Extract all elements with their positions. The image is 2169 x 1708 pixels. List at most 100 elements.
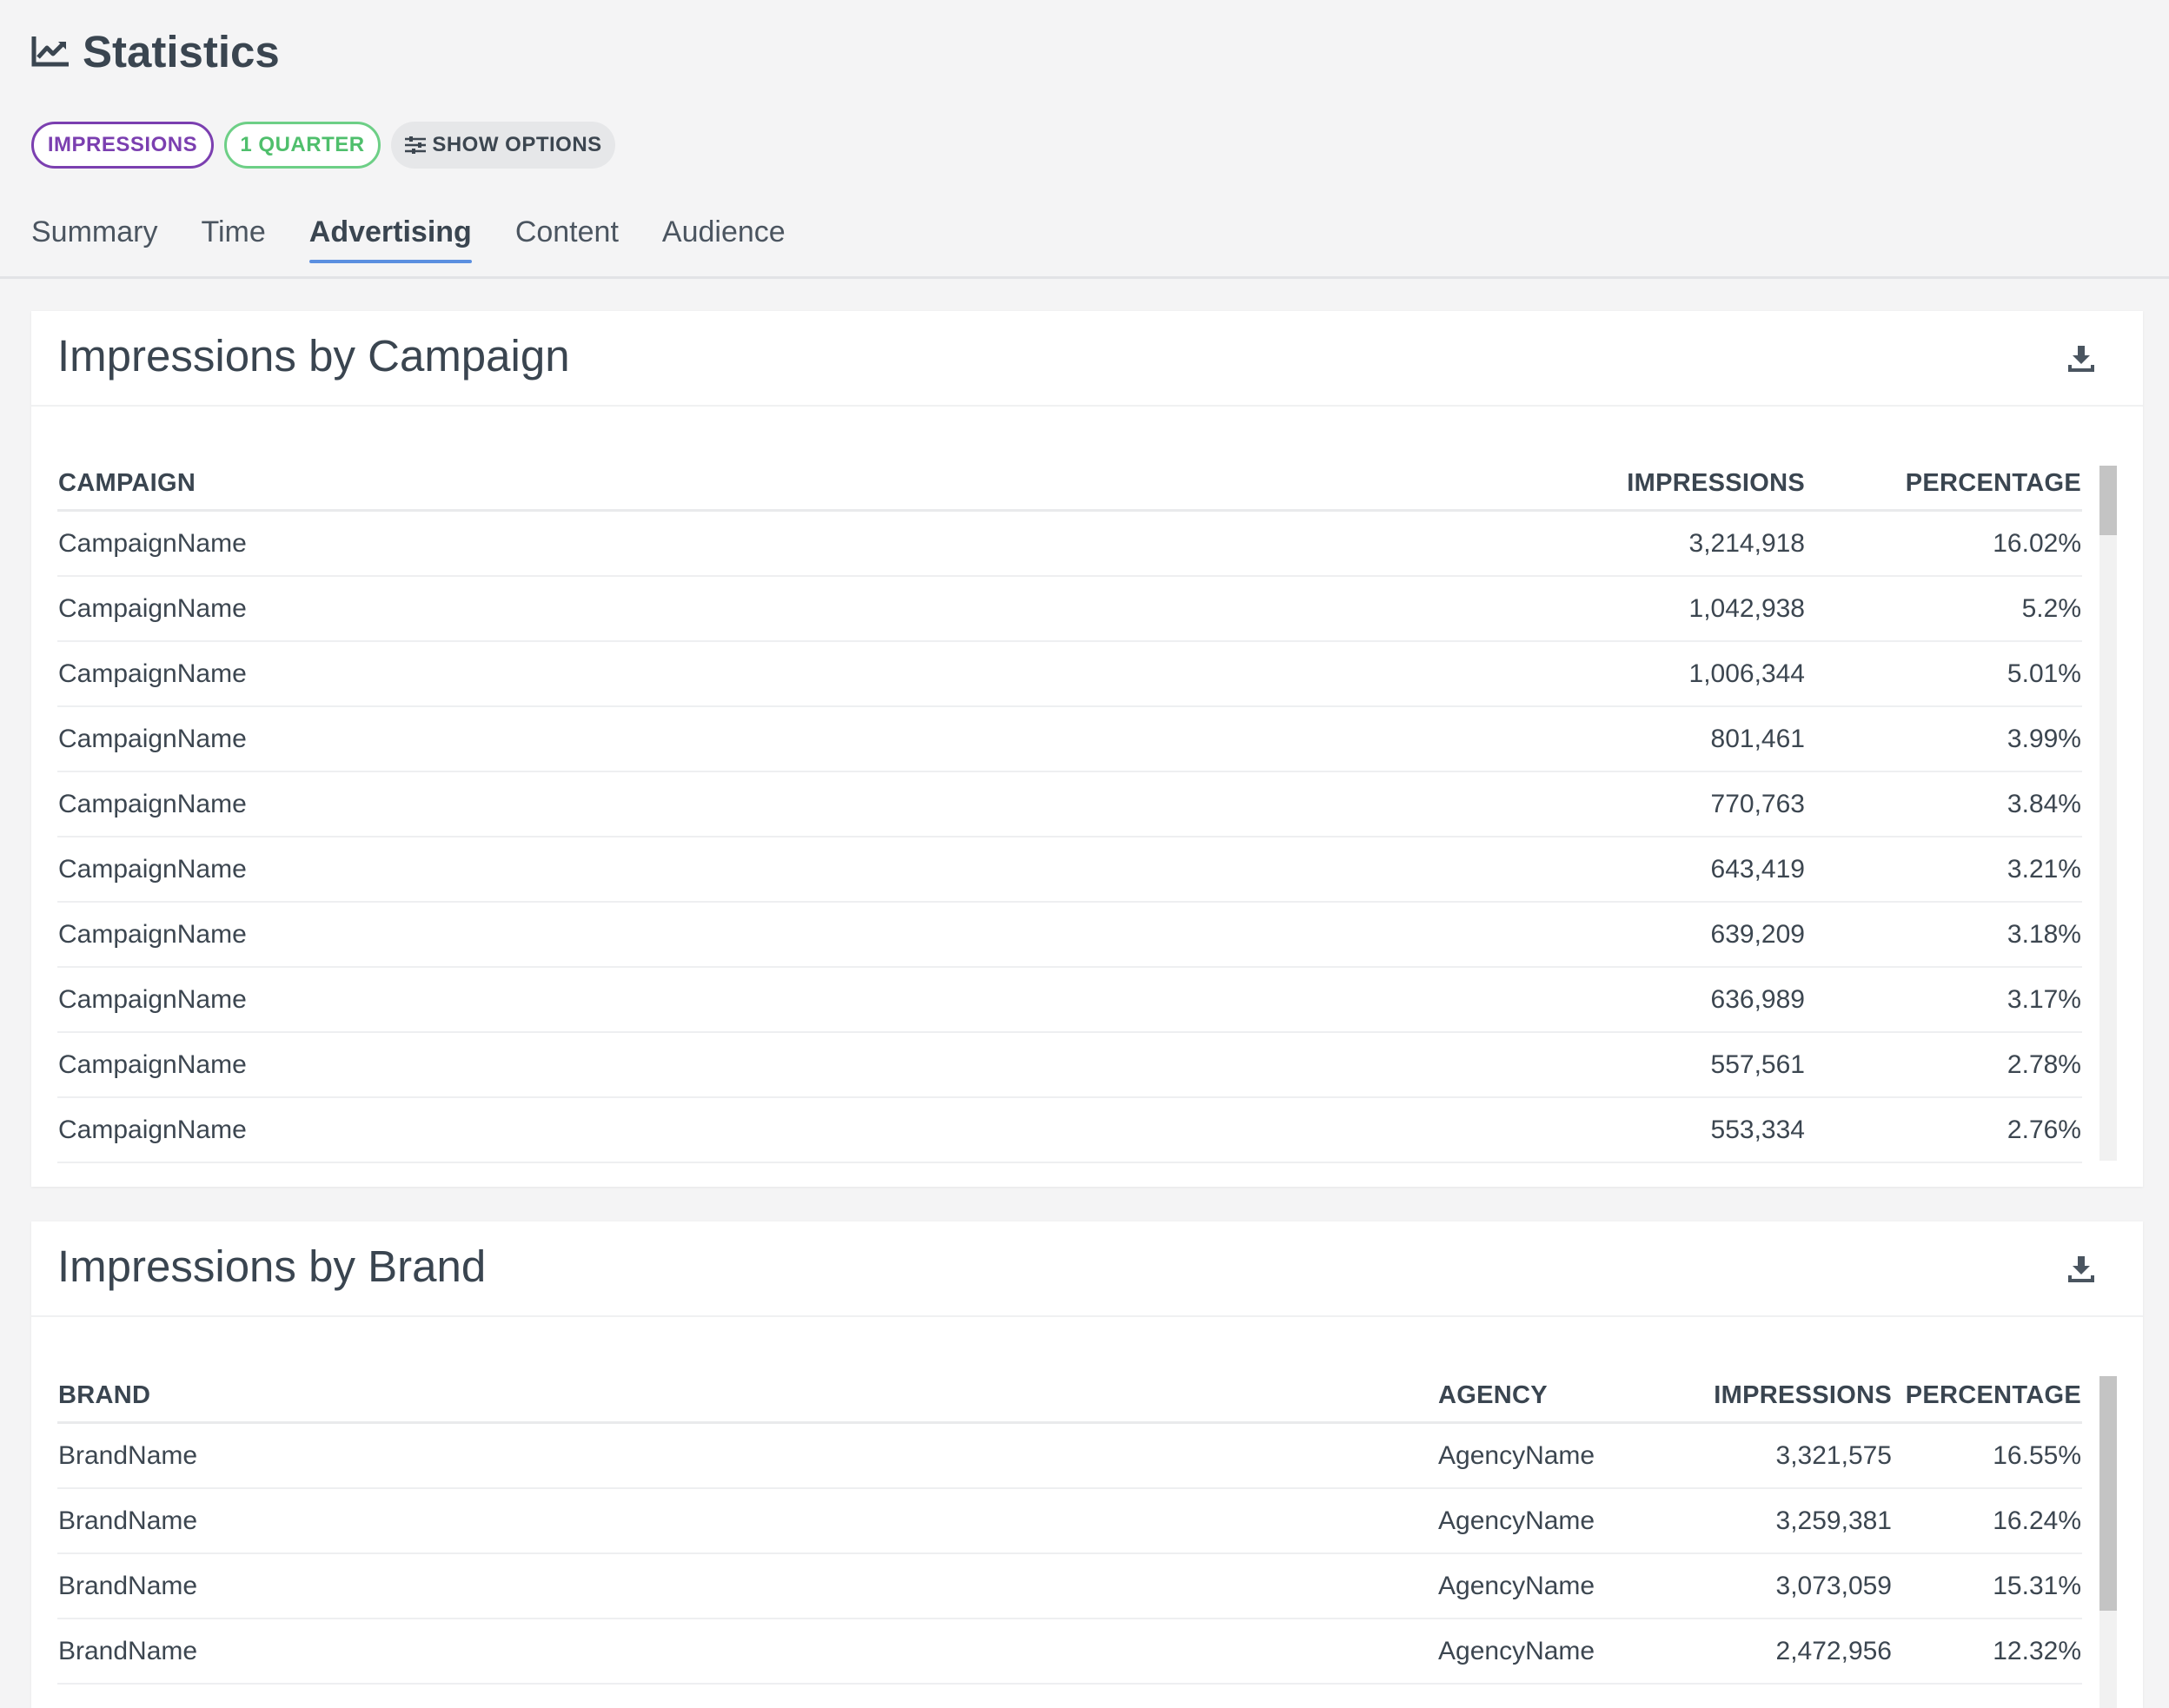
table-row[interactable]: CampaignName 553,334 2.76% [57, 1097, 2082, 1163]
brand-card-header: Impressions by Brand [31, 1221, 2143, 1317]
campaign-name-cell: CampaignName [57, 641, 1439, 707]
brand-table-wrap: BRAND AGENCY IMPRESSIONS PERCENTAGE Bran… [57, 1369, 2082, 1685]
impressions-cell: 1,042,938 [1439, 576, 1806, 642]
percentage-cell: 2.78% [1806, 1032, 2082, 1098]
download-icon [2068, 346, 2094, 372]
campaign-name-cell: CampaignName [57, 902, 1439, 968]
brand-column-header[interactable]: BRAND [57, 1369, 1437, 1424]
agency-name-cell: AgencyName [1437, 1422, 1639, 1489]
percentage-cell: 2.76% [1806, 1097, 2082, 1163]
brand-scrollbar-thumb[interactable] [2099, 1376, 2117, 1611]
brand-percentage-column-header[interactable]: PERCENTAGE [1893, 1369, 2082, 1424]
campaign-name-cell: CampaignName [57, 1097, 1439, 1163]
campaign-name-cell: CampaignName [57, 1032, 1439, 1098]
tabs-divider [0, 276, 2169, 279]
table-row[interactable]: CampaignName 636,989 3.17% [57, 967, 2082, 1033]
campaign-download-button[interactable] [2068, 344, 2098, 374]
impressions-cell: 3,073,059 [1639, 1553, 1893, 1619]
brand-impressions-column-header[interactable]: IMPRESSIONS [1639, 1369, 1893, 1424]
table-row[interactable]: CampaignName 639,209 3.18% [57, 902, 2082, 968]
show-options-button[interactable]: SHOW OPTIONS [391, 122, 615, 169]
show-options-label: SHOW OPTIONS [432, 133, 602, 156]
impressions-cell: 557,561 [1439, 1032, 1806, 1098]
brand-name-cell: BrandName [57, 1553, 1437, 1619]
impressions-cell: 3,259,381 [1639, 1488, 1893, 1554]
campaign-name-cell: CampaignName [57, 967, 1439, 1033]
table-row[interactable]: BrandName AgencyName 3,073,059 15.31% [57, 1553, 2082, 1619]
campaign-table: CAMPAIGN IMPRESSIONS PERCENTAGE Campaign… [57, 457, 2082, 1163]
brand-card-title: Impressions by Brand [57, 1241, 487, 1291]
table-row[interactable]: CampaignName 770,763 3.84% [57, 771, 2082, 837]
percentage-cell: 16.24% [1893, 1488, 2082, 1554]
line-chart-icon [31, 36, 69, 67]
brand-name-cell: BrandName [57, 1422, 1437, 1489]
campaign-card-title: Impressions by Campaign [57, 331, 570, 381]
percentage-cell: 15.31% [1893, 1553, 2082, 1619]
impressions-cell: 636,989 [1439, 967, 1806, 1033]
impressions-cell: 2,472,956 [1639, 1619, 1893, 1685]
impressions-column-header[interactable]: IMPRESSIONS [1439, 457, 1806, 512]
percentage-cell: 5.01% [1806, 641, 2082, 707]
table-row[interactable]: BrandName AgencyName 3,321,575 16.55% [57, 1422, 2082, 1489]
tab-advertising[interactable]: Advertising [308, 215, 472, 263]
impressions-cell: 553,334 [1439, 1097, 1806, 1163]
period-filter-pill[interactable]: 1 QUARTER [224, 122, 381, 169]
campaign-card-header: Impressions by Campaign [31, 311, 2143, 407]
statistics-page: Statistics IMPRESSIONS 1 QUARTER SHOW OP… [0, 0, 2169, 1708]
percentage-cell: 3.17% [1806, 967, 2082, 1033]
table-row[interactable]: CampaignName 801,461 3.99% [57, 706, 2082, 772]
impressions-cell: 801,461 [1439, 706, 1806, 772]
agency-name-cell: AgencyName [1437, 1619, 1639, 1685]
campaign-column-header[interactable]: CAMPAIGN [57, 457, 1439, 512]
brand-name-cell: BrandName [57, 1619, 1437, 1685]
impressions-cell: 3,214,918 [1439, 510, 1806, 577]
percentage-cell: 16.55% [1893, 1422, 2082, 1489]
sliders-icon [405, 136, 427, 154]
tab-content[interactable]: Content [515, 215, 619, 263]
brand-download-button[interactable] [2068, 1255, 2098, 1284]
table-row[interactable]: CampaignName 643,419 3.21% [57, 837, 2082, 903]
table-row[interactable]: CampaignName 3,214,918 16.02% [57, 510, 2082, 577]
impressions-cell: 639,209 [1439, 902, 1806, 968]
tab-time[interactable]: Time [201, 215, 265, 263]
table-row[interactable]: BrandName AgencyName 2,472,956 12.32% [57, 1619, 2082, 1685]
tab-summary[interactable]: Summary [31, 215, 157, 263]
table-row[interactable]: CampaignName 557,561 2.78% [57, 1032, 2082, 1098]
percentage-cell: 3.21% [1806, 837, 2082, 903]
table-row[interactable]: BrandName AgencyName 3,259,381 16.24% [57, 1488, 2082, 1554]
campaign-name-cell: CampaignName [57, 706, 1439, 772]
campaign-table-wrap: CAMPAIGN IMPRESSIONS PERCENTAGE Campaign… [57, 457, 2082, 1163]
impressions-cell: 770,763 [1439, 771, 1806, 837]
impressions-cell: 3,321,575 [1639, 1422, 1893, 1489]
table-row[interactable]: CampaignName 1,042,938 5.2% [57, 576, 2082, 642]
percentage-cell: 3.99% [1806, 706, 2082, 772]
agency-column-header[interactable]: AGENCY [1437, 1369, 1639, 1424]
campaign-name-cell: CampaignName [57, 837, 1439, 903]
agency-name-cell: AgencyName [1437, 1488, 1639, 1554]
page-title-text: Statistics [83, 26, 280, 76]
download-icon [2068, 1256, 2094, 1282]
campaign-scrollbar-thumb[interactable] [2099, 466, 2117, 535]
impressions-cell: 643,419 [1439, 837, 1806, 903]
campaign-name-cell: CampaignName [57, 576, 1439, 642]
campaign-name-cell: CampaignName [57, 510, 1439, 577]
tab-audience[interactable]: Audience [662, 215, 786, 263]
percentage-cell: 3.18% [1806, 902, 2082, 968]
table-row[interactable]: CampaignName 1,006,344 5.01% [57, 641, 2082, 707]
brand-name-cell: BrandName [57, 1488, 1437, 1554]
campaign-name-cell: CampaignName [57, 771, 1439, 837]
percentage-column-header[interactable]: PERCENTAGE [1806, 457, 2082, 512]
filter-pills: IMPRESSIONS 1 QUARTER SHOW OPTIONS [31, 122, 615, 169]
agency-name-cell: AgencyName [1437, 1553, 1639, 1619]
percentage-cell: 12.32% [1893, 1619, 2082, 1685]
impressions-cell: 1,006,344 [1439, 641, 1806, 707]
percentage-cell: 5.2% [1806, 576, 2082, 642]
brand-table-scrollbar[interactable] [2099, 1376, 2117, 1708]
campaign-table-scrollbar[interactable] [2099, 466, 2117, 1161]
percentage-cell: 3.84% [1806, 771, 2082, 837]
percentage-cell: 16.02% [1806, 510, 2082, 577]
campaign-card: Impressions by Campaign CAMPAIGN IMPRESS… [31, 311, 2143, 1187]
brand-card: Impressions by Brand BRAND AGENCY IMPRES… [31, 1221, 2143, 1708]
metric-filter-pill[interactable]: IMPRESSIONS [31, 122, 214, 169]
brand-table: BRAND AGENCY IMPRESSIONS PERCENTAGE Bran… [57, 1369, 2082, 1685]
